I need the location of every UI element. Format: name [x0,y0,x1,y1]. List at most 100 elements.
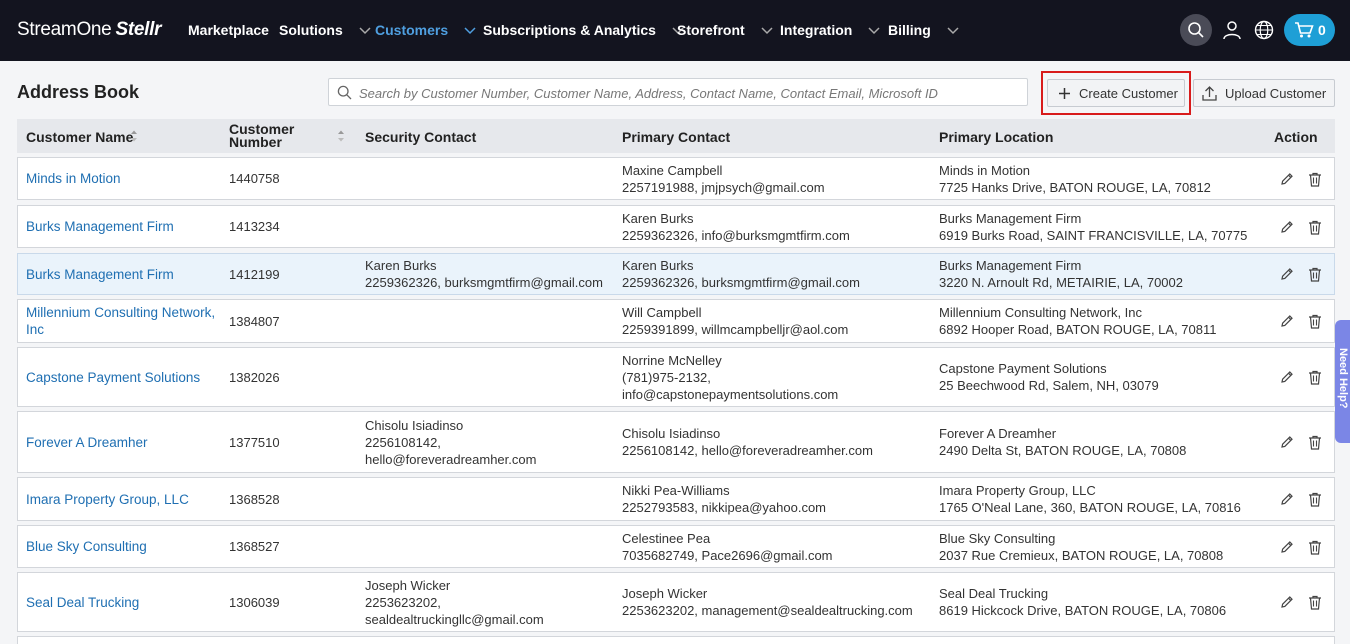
edit-icon[interactable] [1279,539,1295,555]
cart-button[interactable]: 0 [1284,14,1335,46]
col-customer-name[interactable]: Customer Name [26,129,133,145]
delete-icon[interactable] [1307,266,1323,282]
edit-icon[interactable] [1279,369,1295,385]
primary-contact: Karen Burks 2259362326, info@burksmgmtfir… [622,210,932,244]
primary-location: Imara Property Group, LLC 1765 O'Neal Lan… [939,482,1259,516]
security-contact-line: Joseph Wicker [365,578,451,593]
primary-contact-line: Nikki Pea-Williams [622,483,730,498]
chevron-down-icon [868,27,880,35]
primary-location-line: 25 Beechwood Rd, Salem, NH, 03079 [939,378,1159,393]
table-row[interactable]: Minds in Motion 1440758 Maxine Campbell 225… [17,157,1335,200]
nav-label: Solutions [279,22,343,38]
primary-location-line: Seal Deal Trucking [939,586,1049,601]
nav-marketplace[interactable]: Marketplace [188,22,269,38]
chevron-down-icon [761,27,773,35]
page-title: Address Book [17,82,140,102]
delete-icon[interactable] [1307,171,1323,187]
create-customer-label: Create Customer [1079,85,1178,101]
customer-name-link[interactable]: Blue Sky Consulting [26,538,221,555]
nav-label: Billing [888,22,931,38]
sort-icon[interactable] [336,128,346,144]
nav-storefront[interactable]: Storefront [677,22,773,38]
primary-contact-line: 2252793583, nikkipea@yahoo.com [622,500,827,515]
chevron-down-icon [464,27,476,35]
nav-integration[interactable]: Integration [780,22,880,38]
delete-icon[interactable] [1307,491,1323,507]
upload-icon [1202,86,1217,101]
col-action: Action [1274,129,1318,145]
customer-name-link[interactable]: Imara Property Group, LLC [26,491,221,508]
primary-contact-line: 7035682749, Pace2696@gmail.com [622,548,833,563]
customer-name-link[interactable]: Burks Management Firm [26,266,221,283]
brand-logo[interactable]: StreamOne Stellr [17,19,161,41]
top-navbar: StreamOne Stellr Marketplace Solutions Cu… [0,0,1350,61]
primary-contact-line: Will Campbell [622,305,702,320]
search-icon [1188,22,1204,38]
nav-search-button[interactable] [1180,14,1212,46]
delete-icon[interactable] [1307,594,1323,610]
upload-customer-button[interactable]: Upload Customer [1193,79,1335,107]
customer-name-link[interactable]: Millennium Consulting Network, Inc [26,304,221,338]
primary-contact-line: Chisolu Isiadinso [622,426,721,441]
user-icon[interactable] [1222,20,1242,40]
primary-contact-line: Celestinee Pea [622,531,711,546]
customer-name-link-line: Burks Management Firm [26,219,174,234]
primary-contact-line: Maxine Campbell [622,163,723,178]
customer-number: 1306039 [229,595,280,610]
table-row[interactable]: Forever A Dreamher 1377510 Chisolu Isiadin… [17,411,1335,473]
primary-contact: Celestinee Pea 7035682749, Pace2696@gmail… [622,530,932,564]
nav-billing[interactable]: Billing [888,22,959,38]
primary-location-line: Minds in Motion [939,163,1031,178]
delete-icon[interactable] [1307,434,1323,450]
primary-contact: Maxine Campbell 2257191988, jmjpsych@gmai… [622,162,932,196]
nav-subscriptions-analytics[interactable]: Subscriptions & Analytics [483,22,684,38]
edit-icon[interactable] [1279,313,1295,329]
primary-location-line: Blue Sky Consulting [939,531,1056,546]
primary-contact: Will Campbell 2259391899, willmcampbelljr… [622,304,932,338]
nav-solutions[interactable]: Solutions [279,22,371,38]
table-row[interactable]: Millennium Consulting Network, Inc 1384807… [17,299,1335,343]
table-row[interactable]: Burks Management Firm 1412199 Karen Burks 2… [17,253,1335,295]
customer-search[interactable] [328,78,1028,106]
table-row[interactable]: Capstone Payment Solutions 1382026 Norrine… [17,347,1335,407]
customer-name-link-line: Minds in Motion [26,171,121,186]
globe-icon[interactable] [1254,20,1274,40]
customer-name-link[interactable]: Minds in Motion [26,170,221,187]
create-customer-button[interactable]: Create Customer [1047,79,1185,107]
delete-icon[interactable] [1307,313,1323,329]
edit-icon[interactable] [1279,491,1295,507]
table-row[interactable]: Seal Deal Trucking 1306039 Joseph Wicker 22… [17,572,1335,632]
customer-number: 1412199 [229,267,280,282]
cart-icon [1295,22,1314,38]
brand-main-text: StreamOne [17,19,112,40]
customer-name-link-line: Seal Deal Trucking [26,595,140,610]
security-contact: Joseph Wicker 2253623202, sealdealtrucking… [365,577,615,628]
primary-location-line: Burks Management Firm [939,211,1082,226]
delete-icon[interactable] [1307,539,1323,555]
edit-icon[interactable] [1279,219,1295,235]
nav-customers[interactable]: Customers [375,22,476,38]
primary-location: Millennium Consulting Network, Inc 6892 H… [939,304,1259,338]
primary-contact: Joseph Wicker 2253623202, management@seal… [622,585,932,619]
edit-icon[interactable] [1279,434,1295,450]
search-input[interactable] [359,83,1019,103]
table-row[interactable]: Imara Property Group, LLC 1368528 Nikki Pe… [17,477,1335,521]
table-row[interactable]: Blue Sky Consulting 1368527 Celestinee Pea… [17,525,1335,568]
customer-name-link-line: Inc [26,322,45,337]
sort-icon[interactable] [129,128,139,144]
edit-icon[interactable] [1279,171,1295,187]
customer-name-link[interactable]: Forever A Dreamher [26,434,221,451]
edit-icon[interactable] [1279,594,1295,610]
upload-customer-label: Upload Customer [1225,85,1327,101]
edit-icon[interactable] [1279,266,1295,282]
primary-contact-line: 2259362326, burksmgmtfirm@gmail.com [622,275,860,290]
customer-name-link[interactable]: Capstone Payment Solutions [26,369,221,386]
delete-icon[interactable] [1307,219,1323,235]
customer-name-link[interactable]: Burks Management Firm [26,218,221,235]
customer-name-link-line: Burks Management Firm [26,267,174,282]
table-row[interactable]: Burks Management Firm 1413234 Karen Burks 2… [17,205,1335,248]
need-help-tab[interactable]: Need Help? [1335,320,1350,443]
customer-name-link[interactable]: Seal Deal Trucking [26,594,221,611]
delete-icon[interactable] [1307,369,1323,385]
col-customer-number[interactable]: Customer Number [229,122,294,149]
